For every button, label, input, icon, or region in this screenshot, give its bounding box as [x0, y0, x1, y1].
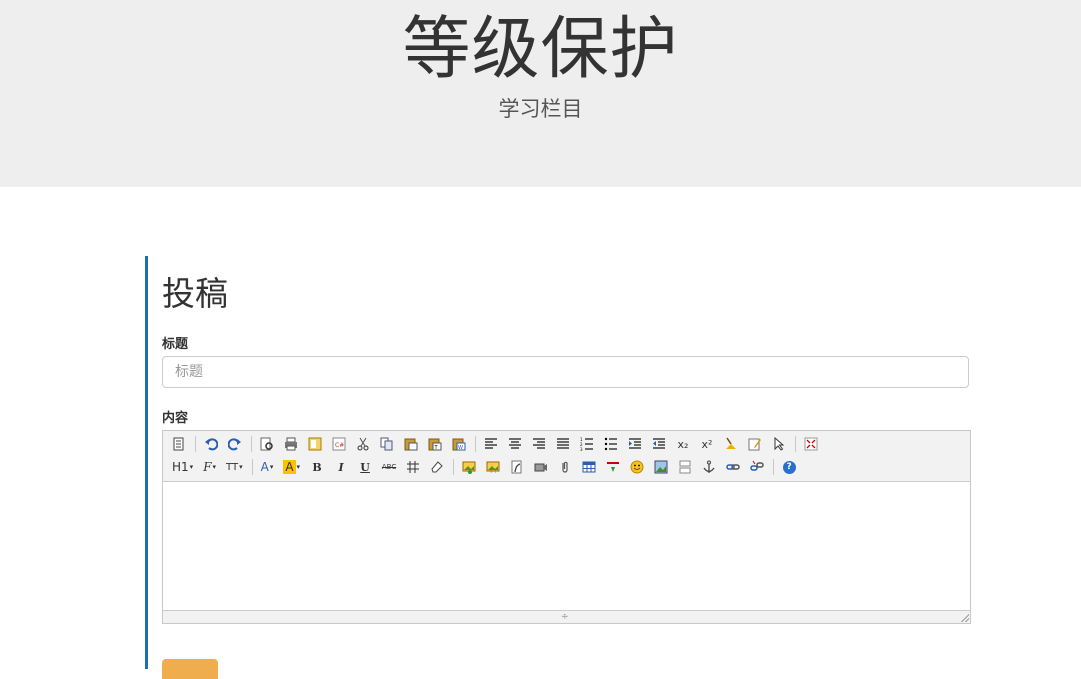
editor-toolbar: C# T W 123 x₂ x² H1 ▾ F ▾ TT ▾ A ▾ A ▾ B…: [163, 431, 970, 482]
table-grid-icon[interactable]: [403, 457, 423, 477]
editor-statusbar: ÷: [163, 610, 970, 623]
select-all-icon[interactable]: [745, 434, 765, 454]
paste-word-icon[interactable]: W: [449, 434, 469, 454]
editor-content-area[interactable]: [163, 482, 970, 612]
chevron-down-icon: ▾: [296, 463, 301, 471]
subscript-button[interactable]: x₂: [673, 434, 693, 454]
toolbar-separator: [195, 436, 196, 452]
toolbar-separator: [453, 459, 455, 475]
font-color-dropdown[interactable]: A ▾: [258, 457, 277, 477]
toolbar-row-2: H1 ▾ F ▾ TT ▾ A ▾ A ▾ B I U ABC ++ ?: [169, 457, 803, 477]
align-right-icon[interactable]: [529, 434, 549, 454]
insert-table-icon[interactable]: [579, 457, 599, 477]
template-icon[interactable]: [305, 434, 325, 454]
resize-grip-icon[interactable]: [961, 614, 969, 622]
anchor-icon[interactable]: [699, 457, 719, 477]
submit-button[interactable]: [162, 659, 218, 679]
link-icon[interactable]: [723, 457, 743, 477]
svg-text:++: ++: [489, 469, 497, 474]
media-icon[interactable]: [531, 457, 551, 477]
bg-color-label: A: [283, 460, 296, 474]
paste-text-icon[interactable]: T: [425, 434, 445, 454]
toolbar-row-1: C# T W 123 x₂ x²: [169, 434, 825, 454]
heading-dropdown[interactable]: H1 ▾: [169, 457, 196, 477]
page-title: 投稿: [162, 274, 228, 313]
hero-banner: 等级保护 学习栏目: [0, 0, 1081, 187]
font-size-dropdown[interactable]: TT ▾: [223, 457, 246, 477]
insert-image-icon[interactable]: [459, 457, 479, 477]
site-title: 等级保护: [402, 10, 679, 89]
code-icon[interactable]: C#: [329, 434, 349, 454]
help-label: ?: [782, 460, 796, 474]
align-left-icon[interactable]: [481, 434, 501, 454]
toolbar-separator: [795, 436, 796, 452]
page-break-icon[interactable]: [675, 457, 695, 477]
cursor-icon[interactable]: [769, 434, 789, 454]
unordered-list-icon[interactable]: [601, 434, 621, 454]
image-manager-icon[interactable]: [651, 457, 671, 477]
svg-text:3: 3: [580, 447, 583, 451]
heading-label: H1: [172, 460, 189, 474]
toolbar-separator: [773, 459, 775, 475]
rich-text-editor: C# T W 123 x₂ x² H1 ▾ F ▾ TT ▾ A ▾ A ▾ B…: [162, 430, 971, 624]
multi-image-icon[interactable]: ++: [483, 457, 503, 477]
strikethrough-button[interactable]: ABC: [379, 457, 399, 477]
align-justify-icon[interactable]: [553, 434, 573, 454]
unlink-icon[interactable]: [747, 457, 767, 477]
ordered-list-icon[interactable]: 123: [577, 434, 597, 454]
fullscreen-icon[interactable]: [801, 434, 821, 454]
indent-icon[interactable]: [625, 434, 645, 454]
title-input[interactable]: [162, 356, 969, 388]
toolbar-separator: [251, 436, 252, 452]
bold-button[interactable]: B: [307, 457, 327, 477]
chevron-down-icon: ▾: [212, 463, 217, 471]
eraser-icon[interactable]: [427, 457, 447, 477]
italic-button[interactable]: I: [331, 457, 351, 477]
size-label: TT: [226, 461, 239, 473]
superscript-button[interactable]: x²: [697, 434, 717, 454]
help-icon[interactable]: ?: [779, 457, 799, 477]
font-color-label: A: [260, 460, 269, 474]
svg-text:W: W: [458, 445, 463, 451]
emoticon-icon[interactable]: [627, 457, 647, 477]
background-color-dropdown[interactable]: A ▾: [280, 457, 303, 477]
toolbar-separator: [251, 459, 253, 475]
chevron-down-icon: ▾: [269, 463, 274, 471]
clear-format-icon[interactable]: [721, 434, 741, 454]
content-label: 内容: [162, 411, 189, 426]
chevron-down-icon: ▾: [189, 463, 194, 471]
submission-panel: 投稿 标题 内容 C# T W: [145, 256, 974, 679]
toolbar-separator: [475, 436, 476, 452]
title-label: 标题: [162, 337, 189, 352]
attachment-icon[interactable]: [555, 457, 575, 477]
site-subtitle: 学习栏目: [498, 97, 583, 121]
source-icon[interactable]: [169, 434, 189, 454]
redo-icon[interactable]: [225, 434, 245, 454]
flash-icon[interactable]: [507, 457, 527, 477]
preview-icon[interactable]: [257, 434, 277, 454]
horizontal-rule-icon[interactable]: [603, 457, 623, 477]
chevron-down-icon: ▾: [239, 463, 243, 471]
paste-icon[interactable]: [401, 434, 421, 454]
font-label: F: [203, 460, 212, 474]
print-icon[interactable]: [281, 434, 301, 454]
copy-icon[interactable]: [377, 434, 397, 454]
cut-icon[interactable]: [353, 434, 373, 454]
undo-icon[interactable]: [201, 434, 221, 454]
align-center-icon[interactable]: [505, 434, 525, 454]
outdent-icon[interactable]: [649, 434, 669, 454]
font-family-dropdown[interactable]: F ▾: [200, 457, 219, 477]
svg-text:C#: C#: [335, 442, 344, 449]
underline-button[interactable]: U: [355, 457, 375, 477]
resize-handle-icon[interactable]: ÷: [561, 612, 569, 622]
